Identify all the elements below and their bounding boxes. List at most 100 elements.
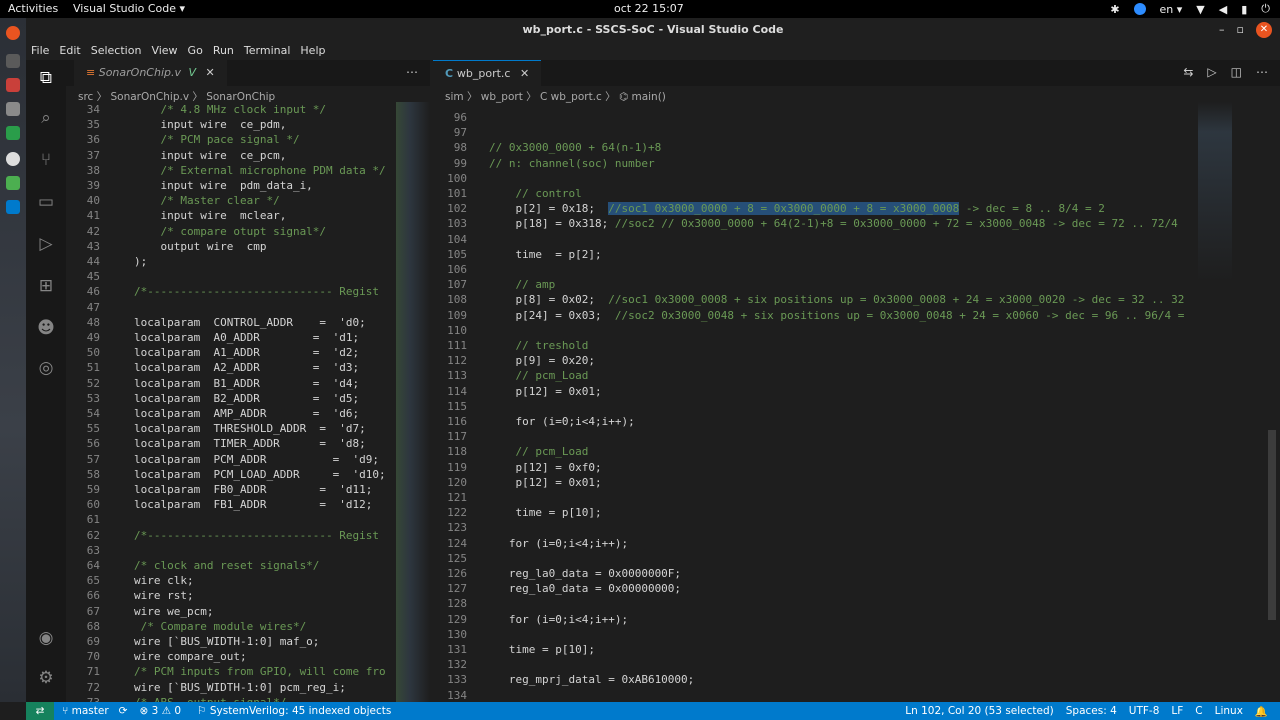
maximize-button[interactable]: ▫ — [1237, 18, 1244, 42]
menu-view[interactable]: View — [146, 42, 182, 60]
code-line[interactable]: 131 time = p[10]; — [433, 642, 1280, 657]
code-line[interactable]: 107 // amp — [433, 277, 1280, 292]
code-line[interactable]: 98 // 0x3000_0000 + 64(n-1)+8 — [433, 140, 1280, 155]
code-line[interactable]: 128 — [433, 596, 1280, 611]
code-line[interactable]: 37 input wire ce_pcm, — [66, 148, 430, 163]
menu-run[interactable]: Run — [208, 42, 239, 60]
code-line[interactable]: 117 — [433, 429, 1280, 444]
vertical-scrollbar[interactable] — [1268, 430, 1276, 620]
code-line[interactable]: 133 reg_mprj_datal = 0xAB610000; — [433, 672, 1280, 687]
code-line[interactable]: 57 localparam PCM_ADDR = 'd9; — [66, 452, 430, 467]
code-line[interactable]: 101 // control — [433, 186, 1280, 201]
code-line[interactable]: 116 for (i=0;i<4;i++); — [433, 414, 1280, 429]
code-line[interactable]: 103 p[18] = 0x318; //soc2 // 0x3000_0000… — [433, 216, 1280, 231]
menu-terminal[interactable]: Terminal — [239, 42, 296, 60]
app-icon[interactable] — [6, 176, 20, 190]
code-line[interactable]: 100 — [433, 171, 1280, 186]
account-icon[interactable]: ◉ — [36, 628, 56, 648]
code-line[interactable]: 99 // n: channel(soc) number — [433, 156, 1280, 171]
code-line[interactable]: 96 — [433, 110, 1280, 125]
left-code-area[interactable]: 34 /* 4.8 MHz clock input */35 input wir… — [66, 102, 430, 702]
tab-sonaronchip[interactable]: ≡ SonarOnChip.v V ✕ — [74, 60, 227, 86]
indentation[interactable]: Spaces: 4 — [1066, 705, 1117, 717]
app-icon[interactable] — [6, 78, 20, 92]
code-line[interactable]: 120 p[12] = 0x01; — [433, 475, 1280, 490]
code-line[interactable]: 109 p[24] = 0x03; //soc2 0x3000_0048 + s… — [433, 308, 1280, 323]
split-editor-icon[interactable]: ◫ — [1231, 65, 1242, 79]
code-line[interactable]: 65 wire clk; — [66, 573, 430, 588]
app-icon[interactable] — [6, 126, 20, 140]
code-line[interactable]: 35 input wire ce_pdm, — [66, 117, 430, 132]
tab-wb-port[interactable]: C wb_port.c ✕ — [433, 60, 542, 86]
menu-file[interactable]: File — [26, 42, 54, 60]
right-code-area[interactable]: 96 97 98 // 0x3000_0000 + 64(n-1)+8 99 // n: … — [433, 102, 1280, 702]
manage-gear-icon[interactable]: ⚙ — [36, 668, 56, 688]
code-line[interactable]: 125 — [433, 551, 1280, 566]
remote-indicator-icon[interactable]: ⇄ — [26, 702, 54, 720]
menu-edit[interactable]: Edit — [54, 42, 85, 60]
browser-icon[interactable] — [6, 26, 20, 40]
code-line[interactable]: 40 /* Master clear */ — [66, 193, 430, 208]
alien-icon[interactable]: ☻ — [36, 318, 56, 338]
more-actions-icon[interactable]: ⋯ — [1256, 65, 1268, 79]
code-line[interactable]: 52 localparam B1_ADDR = 'd4; — [66, 376, 430, 391]
sync-icon[interactable]: ⟳ — [119, 705, 128, 717]
vscode-icon[interactable] — [6, 200, 20, 214]
run-file-icon[interactable]: ▷ — [1207, 65, 1216, 79]
code-line[interactable]: 36 /* PCM pace signal */ — [66, 132, 430, 147]
network-indicator-icon[interactable]: ✱ — [1110, 3, 1119, 16]
branch-indicator[interactable]: ⑂ master — [62, 705, 109, 717]
code-line[interactable]: 47 — [66, 300, 430, 315]
indexer-status[interactable]: ⚐ SystemVerilog: 45 indexed objects — [197, 705, 391, 717]
code-line[interactable]: 115 — [433, 399, 1280, 414]
menu-selection[interactable]: Selection — [86, 42, 147, 60]
wifi-icon[interactable]: ▼ — [1196, 3, 1204, 16]
code-line[interactable]: 121 — [433, 490, 1280, 505]
notifications-icon[interactable]: 🔔 — [1255, 705, 1268, 718]
problems-indicator[interactable]: ⊗ 3 ⚠ 0 — [139, 705, 181, 717]
remote-explorer-icon[interactable]: ▭ — [36, 192, 56, 212]
left-minimap[interactable] — [396, 102, 430, 702]
code-line[interactable]: 66 wire rst; — [66, 588, 430, 603]
zoom-indicator-icon[interactable] — [1133, 3, 1146, 15]
language-mode[interactable]: C — [1195, 705, 1202, 717]
code-line[interactable]: 122 time = p[10]; — [433, 505, 1280, 520]
extensions-icon[interactable]: ⊞ — [36, 276, 56, 296]
code-line[interactable]: 102 p[2] = 0x18; //soc1 0x3000_0000 + 8 … — [433, 201, 1280, 216]
code-line[interactable]: 112 p[9] = 0x20; — [433, 353, 1280, 368]
code-line[interactable]: 123 — [433, 520, 1280, 535]
code-line[interactable]: 46 /*---------------------------- Regist — [66, 284, 430, 299]
code-line[interactable]: 72 wire [`BUS_WIDTH-1:0] pcm_reg_i; — [66, 680, 430, 695]
code-line[interactable]: 106 — [433, 262, 1280, 277]
code-line[interactable]: 63 — [66, 543, 430, 558]
cursor-position[interactable]: Ln 102, Col 20 (53 selected) — [905, 705, 1053, 717]
battery-icon[interactable]: ▮ — [1241, 3, 1247, 16]
esp-icon[interactable]: ◎ — [36, 358, 56, 378]
encoding[interactable]: UTF-8 — [1129, 705, 1160, 717]
code-line[interactable]: 105 time = p[2]; — [433, 247, 1280, 262]
code-line[interactable]: 132 — [433, 657, 1280, 672]
code-line[interactable]: 39 input wire pdm_data_i, — [66, 178, 430, 193]
app-menu[interactable]: Visual Studio Code ▾ — [73, 2, 185, 15]
activities-button[interactable]: Activities — [8, 2, 58, 15]
code-line[interactable]: 71 /* PCM inputs from GPIO, will come fro — [66, 664, 430, 679]
code-line[interactable]: 126 reg_la0_data = 0x0000000F; — [433, 566, 1280, 581]
code-line[interactable]: 134 — [433, 688, 1280, 702]
menu-help[interactable]: Help — [295, 42, 330, 60]
code-line[interactable]: 56 localparam TIMER_ADDR = 'd8; — [66, 436, 430, 451]
more-actions-icon[interactable]: ⋯ — [406, 65, 418, 79]
eol[interactable]: LF — [1171, 705, 1183, 717]
app-icon[interactable] — [6, 102, 20, 116]
code-line[interactable]: 111 // treshold — [433, 338, 1280, 353]
keyboard-lang[interactable]: en ▾ — [1160, 3, 1183, 16]
clock[interactable]: oct 22 15:07 — [614, 2, 684, 15]
close-window-button[interactable]: ✕ — [1256, 22, 1272, 38]
app-icon[interactable] — [6, 54, 20, 68]
code-line[interactable]: 42 /* compare otupt signal*/ — [66, 224, 430, 239]
code-line[interactable]: 58 localparam PCM_LOAD_ADDR = 'd10; — [66, 467, 430, 482]
code-line[interactable]: 69 wire [`BUS_WIDTH-1:0] maf_o; — [66, 634, 430, 649]
code-line[interactable]: 97 — [433, 125, 1280, 140]
code-line[interactable]: 34 /* 4.8 MHz clock input */ — [66, 102, 430, 117]
volume-icon[interactable]: ◀ — [1219, 3, 1227, 16]
code-line[interactable]: 127 reg_la0_data = 0x00000000; — [433, 581, 1280, 596]
